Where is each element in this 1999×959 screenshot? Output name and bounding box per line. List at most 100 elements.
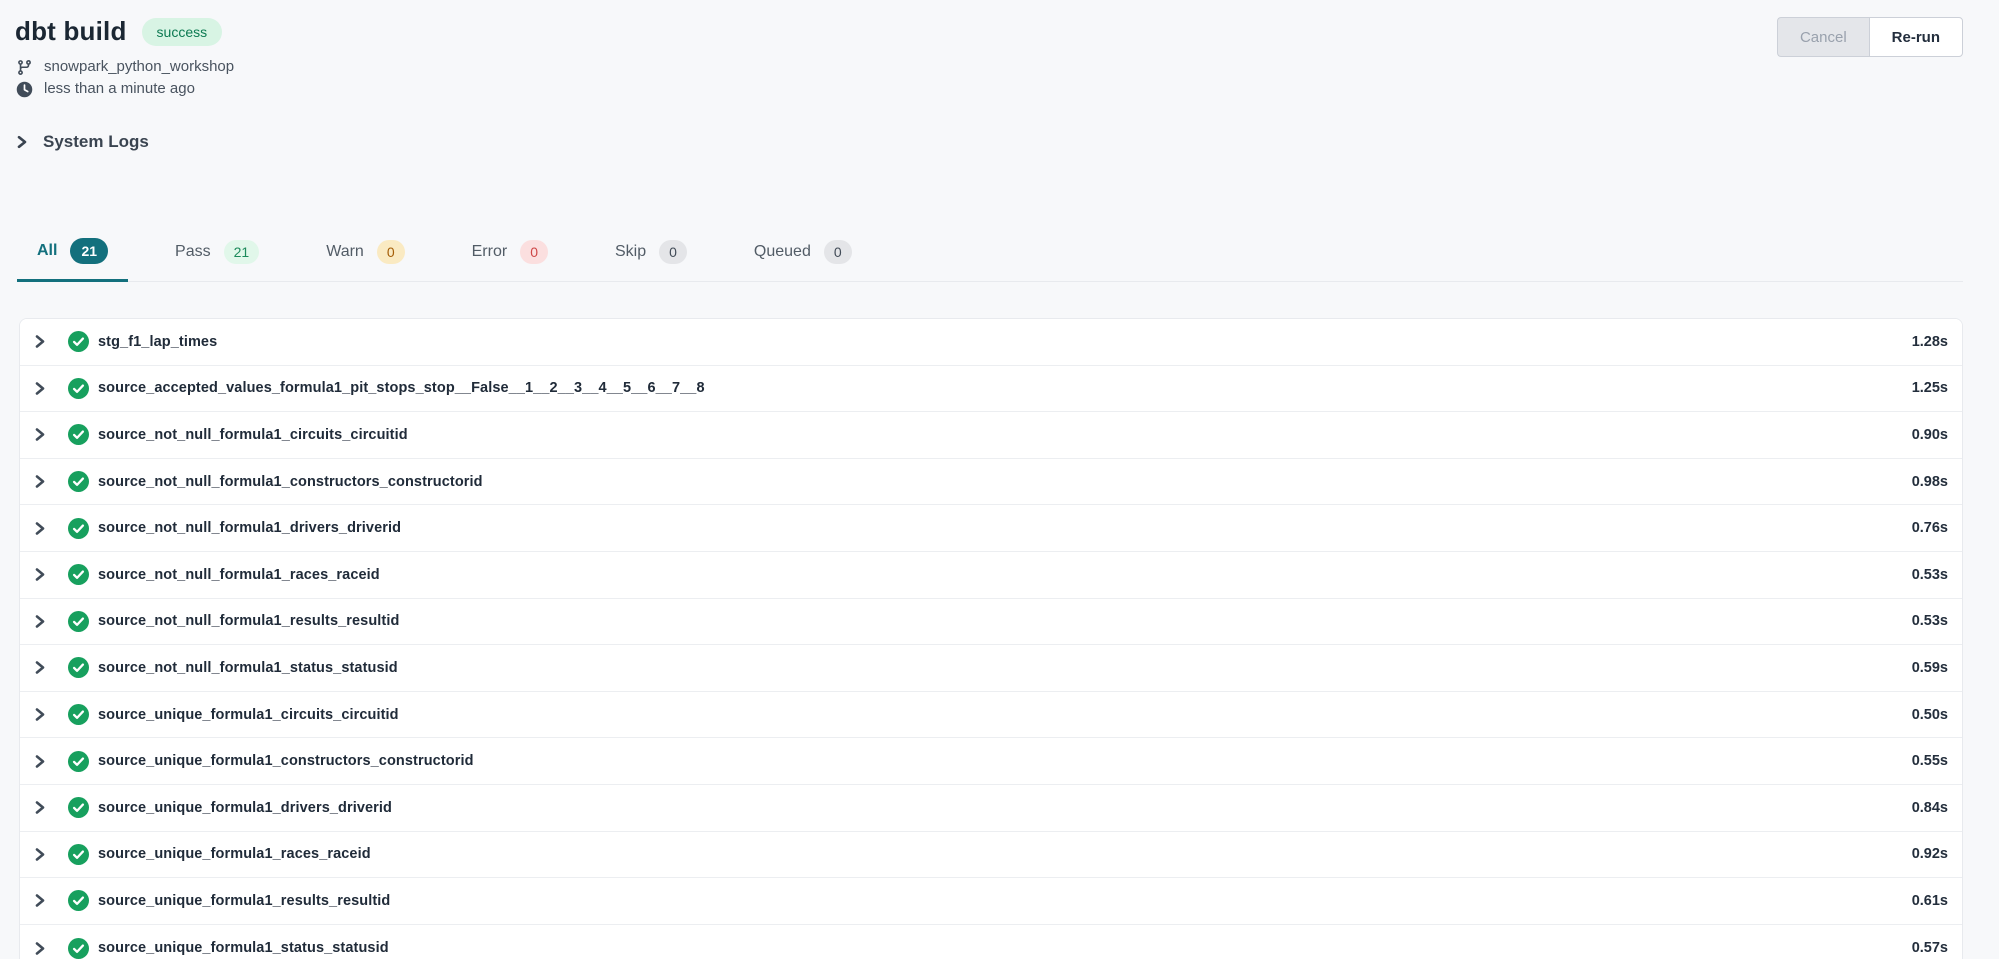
result-row[interactable]: source_unique_formula1_races_raceid 0.92…	[20, 832, 1962, 879]
check-circle-icon	[68, 704, 89, 725]
result-duration: 0.57s	[1892, 940, 1948, 956]
result-name: source_unique_formula1_races_raceid	[98, 846, 371, 862]
chevron-right-icon[interactable]	[33, 940, 47, 957]
result-name: source_unique_formula1_constructors_cons…	[98, 753, 474, 769]
check-circle-icon	[68, 564, 89, 585]
result-row[interactable]: source_accepted_values_formula1_pit_stop…	[20, 366, 1962, 413]
chevron-right-icon[interactable]	[33, 659, 47, 676]
page-title: dbt build	[15, 16, 127, 47]
tab-label: Pass	[175, 243, 211, 261]
chevron-right-icon[interactable]	[33, 799, 47, 816]
results-list: stg_f1_lap_times 1.28s source_accepted_v…	[19, 318, 1963, 959]
tab-count-badge: 0	[377, 240, 405, 264]
result-duration: 0.53s	[1892, 613, 1948, 629]
check-circle-icon	[68, 331, 89, 352]
result-duration: 1.28s	[1892, 334, 1948, 350]
result-duration: 0.98s	[1892, 474, 1948, 490]
result-row[interactable]: source_not_null_formula1_constructors_co…	[20, 459, 1962, 506]
tab-queued[interactable]: Queued 0	[734, 240, 872, 282]
result-row[interactable]: source_unique_formula1_status_statusid 0…	[20, 925, 1962, 959]
tab-count-badge: 0	[824, 240, 852, 264]
tab-count-badge: 21	[70, 238, 108, 264]
tab-label: Error	[472, 243, 508, 261]
result-name: source_not_null_formula1_results_resulti…	[98, 613, 399, 629]
result-name: source_unique_formula1_circuits_circuiti…	[98, 707, 399, 723]
result-name: source_not_null_formula1_circuits_circui…	[98, 427, 408, 443]
result-name: source_not_null_formula1_constructors_co…	[98, 474, 483, 490]
system-logs-toggle[interactable]: System Logs	[15, 132, 149, 152]
check-circle-icon	[68, 938, 89, 959]
rerun-button[interactable]: Re-run	[1869, 17, 1963, 57]
status-badge: success	[142, 18, 223, 46]
result-row[interactable]: stg_f1_lap_times 1.28s	[20, 319, 1962, 366]
result-name: source_not_null_formula1_drivers_driveri…	[98, 520, 401, 536]
result-row[interactable]: source_unique_formula1_constructors_cons…	[20, 738, 1962, 785]
tab-label: Warn	[326, 243, 364, 261]
tab-skip[interactable]: Skip 0	[595, 240, 707, 282]
time-row: less than a minute ago	[15, 78, 1963, 100]
result-row[interactable]: source_not_null_formula1_races_raceid 0.…	[20, 552, 1962, 599]
clock-icon	[15, 81, 33, 98]
chevron-right-icon[interactable]	[33, 753, 47, 770]
tab-label: Skip	[615, 243, 646, 261]
tab-error[interactable]: Error 0	[452, 240, 568, 282]
result-duration: 0.76s	[1892, 520, 1948, 536]
result-row[interactable]: source_unique_formula1_results_resultid …	[20, 878, 1962, 925]
chevron-right-icon[interactable]	[33, 473, 47, 490]
tab-count-badge: 21	[224, 240, 260, 264]
run-time-ago: less than a minute ago	[44, 78, 195, 100]
chevron-right-icon[interactable]	[33, 706, 47, 723]
run-header: dbt build success snowpark_python_worksh…	[0, 0, 1999, 100]
result-name: source_not_null_formula1_races_raceid	[98, 567, 380, 583]
check-circle-icon	[68, 518, 89, 539]
run-actions: Cancel Re-run	[1777, 17, 1963, 57]
result-row[interactable]: source_not_null_formula1_status_statusid…	[20, 645, 1962, 692]
tab-count-badge: 0	[659, 240, 687, 264]
result-row[interactable]: source_unique_formula1_drivers_driverid …	[20, 785, 1962, 832]
result-row[interactable]: source_not_null_formula1_drivers_driveri…	[20, 505, 1962, 552]
chevron-right-icon[interactable]	[33, 566, 47, 583]
result-name: source_unique_formula1_status_statusid	[98, 940, 389, 956]
check-circle-icon	[68, 751, 89, 772]
check-circle-icon	[68, 611, 89, 632]
chevron-right-icon[interactable]	[33, 426, 47, 443]
result-duration: 0.92s	[1892, 846, 1948, 862]
chevron-right-icon[interactable]	[33, 380, 47, 397]
result-duration: 0.59s	[1892, 660, 1948, 676]
chevron-right-icon[interactable]	[33, 846, 47, 863]
result-row[interactable]: source_not_null_formula1_circuits_circui…	[20, 412, 1962, 459]
result-name: stg_f1_lap_times	[98, 334, 217, 350]
chevron-right-icon[interactable]	[33, 333, 47, 350]
tab-warn[interactable]: Warn 0	[306, 240, 424, 282]
chevron-right-icon[interactable]	[33, 613, 47, 630]
tab-count-badge: 0	[520, 240, 548, 264]
check-circle-icon	[68, 657, 89, 678]
result-row[interactable]: source_unique_formula1_circuits_circuiti…	[20, 692, 1962, 739]
tab-pass[interactable]: Pass 21	[155, 240, 279, 282]
chevron-right-icon	[15, 134, 29, 150]
git-branch-icon	[15, 59, 33, 76]
cancel-button[interactable]: Cancel	[1777, 17, 1869, 57]
result-duration: 0.61s	[1892, 893, 1948, 909]
result-name: source_accepted_values_formula1_pit_stop…	[98, 380, 705, 396]
branch-row: snowpark_python_workshop	[15, 56, 1963, 78]
result-duration: 0.84s	[1892, 800, 1948, 816]
chevron-right-icon[interactable]	[33, 892, 47, 909]
result-duration: 0.53s	[1892, 567, 1948, 583]
result-row[interactable]: source_not_null_formula1_results_resulti…	[20, 599, 1962, 646]
result-name: source_not_null_formula1_status_statusid	[98, 660, 398, 676]
check-circle-icon	[68, 844, 89, 865]
system-logs-label: System Logs	[43, 132, 149, 152]
result-duration: 0.90s	[1892, 427, 1948, 443]
result-duration: 0.50s	[1892, 707, 1948, 723]
tab-all[interactable]: All 21	[17, 238, 128, 282]
chevron-right-icon[interactable]	[33, 520, 47, 537]
result-name: source_unique_formula1_results_resultid	[98, 893, 390, 909]
tab-label: Queued	[754, 243, 811, 261]
branch-name: snowpark_python_workshop	[44, 56, 234, 78]
result-duration: 0.55s	[1892, 753, 1948, 769]
result-duration: 1.25s	[1892, 380, 1948, 396]
result-name: source_unique_formula1_drivers_driverid	[98, 800, 392, 816]
check-circle-icon	[68, 424, 89, 445]
check-circle-icon	[68, 890, 89, 911]
